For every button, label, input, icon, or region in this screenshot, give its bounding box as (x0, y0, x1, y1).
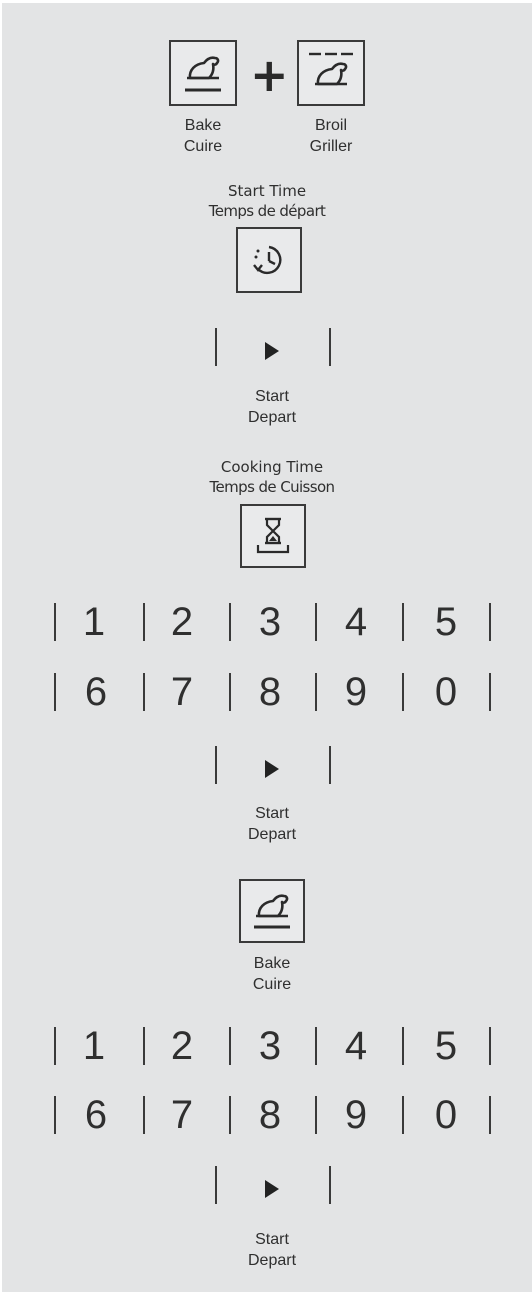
keypad-divider (143, 1096, 145, 1134)
keypad-divider (143, 603, 145, 641)
keypad-divider (402, 673, 404, 711)
start-label-en: Start (255, 805, 289, 822)
bake-icon (254, 894, 290, 929)
key-2[interactable]: 2 (152, 1026, 212, 1066)
bake-button[interactable] (239, 879, 305, 943)
key-5[interactable]: 5 (416, 1026, 476, 1066)
clock-delay-icon (253, 245, 282, 275)
key-1[interactable]: 1 (64, 1026, 124, 1066)
keypad-divider (402, 1027, 404, 1065)
keypad-divider (54, 1027, 56, 1065)
keypad-divider (54, 603, 56, 641)
play-icon[interactable] (265, 342, 279, 360)
keypad-divider (143, 673, 145, 711)
bake-label-en: Bake (253, 955, 291, 972)
bake-label-en: Bake (184, 117, 222, 134)
start-label-en: Start (255, 388, 289, 405)
key-9[interactable]: 9 (326, 1095, 386, 1135)
start-time-button[interactable] (236, 227, 302, 293)
start-label-fr: Depart (247, 826, 297, 843)
bake-button[interactable] (169, 40, 237, 106)
key-4[interactable]: 4 (326, 1026, 386, 1066)
keypad-divider (402, 603, 404, 641)
keypad-divider (54, 1096, 56, 1134)
start-right-bar (329, 1166, 331, 1204)
keypad-divider (315, 1096, 317, 1134)
key-3[interactable]: 3 (240, 1026, 300, 1066)
key-3[interactable]: 3 (240, 602, 300, 642)
keypad-divider (489, 603, 491, 641)
start-left-bar (215, 1166, 217, 1204)
key-9[interactable]: 9 (326, 672, 386, 712)
keypad-divider (229, 603, 231, 641)
start-right-bar (329, 746, 331, 784)
key-4[interactable]: 4 (326, 602, 386, 642)
keypad-divider (402, 1096, 404, 1134)
start-left-bar (215, 328, 217, 366)
key-5[interactable]: 5 (416, 602, 476, 642)
keypad-divider (489, 1096, 491, 1134)
keypad-divider (54, 673, 56, 711)
keypad-divider (229, 1027, 231, 1065)
control-panel-diagram: + Bake Cuire Broil Griller Start Time Te… (2, 3, 532, 1292)
key-7[interactable]: 7 (152, 1095, 212, 1135)
keypad-divider (489, 673, 491, 711)
key-0[interactable]: 0 (416, 1095, 476, 1135)
keypad-divider (489, 1027, 491, 1065)
bake-label-fr: Cuire (183, 138, 223, 155)
broil-label-fr: Griller (309, 138, 353, 155)
cooking-time-button[interactable] (240, 504, 306, 568)
keypad-divider (315, 673, 317, 711)
start-label-en: Start (255, 1231, 289, 1248)
key-7[interactable]: 7 (152, 672, 212, 712)
start-label-fr: Depart (247, 1252, 297, 1269)
bake-label-fr: Cuire (252, 976, 292, 993)
bake-icon (185, 56, 221, 92)
broil-icon (309, 52, 353, 86)
broil-label-en: Broil (314, 117, 347, 134)
start-right-bar (329, 328, 331, 366)
keypad-divider (315, 603, 317, 641)
keypad-divider (143, 1027, 145, 1065)
keypad-divider (315, 1027, 317, 1065)
cooking-time-label-fr: Temps de Cuisson (209, 478, 336, 496)
key-1[interactable]: 1 (64, 602, 124, 642)
key-6[interactable]: 6 (66, 1095, 126, 1135)
key-0[interactable]: 0 (416, 672, 476, 712)
hourglass-icon (256, 517, 290, 554)
start-left-bar (215, 746, 217, 784)
plus-sign: + (250, 48, 289, 102)
key-8[interactable]: 8 (240, 1095, 300, 1135)
key-8[interactable]: 8 (240, 672, 300, 712)
keypad-divider (229, 673, 231, 711)
start-time-label-en: Start Time (227, 182, 307, 200)
key-2[interactable]: 2 (152, 602, 212, 642)
start-time-label-fr: Temps de départ (208, 202, 326, 220)
start-label-fr: Depart (247, 409, 297, 426)
cooking-time-label-en: Cooking Time (220, 458, 324, 476)
keypad-divider (229, 1096, 231, 1134)
key-6[interactable]: 6 (66, 672, 126, 712)
play-icon[interactable] (265, 760, 279, 778)
play-icon[interactable] (265, 1180, 279, 1198)
broil-button[interactable] (297, 40, 365, 106)
